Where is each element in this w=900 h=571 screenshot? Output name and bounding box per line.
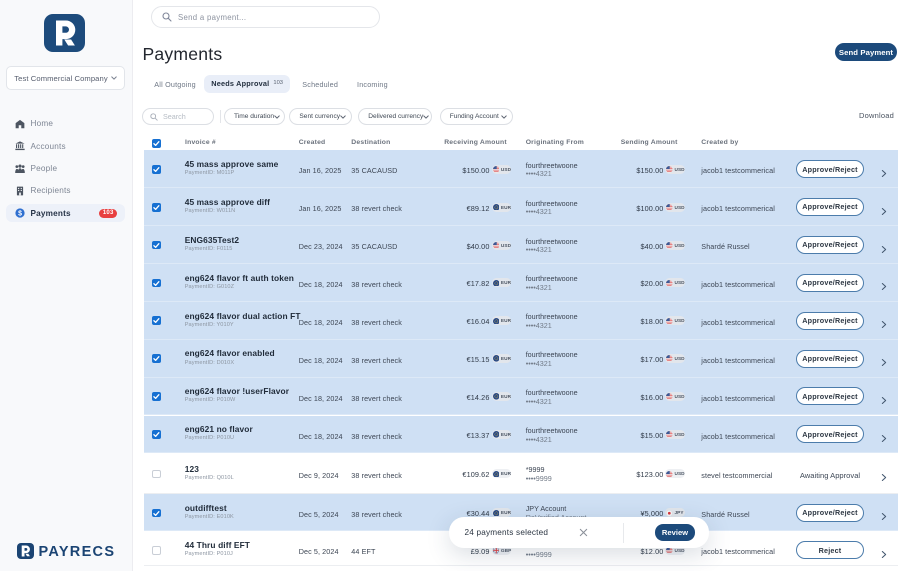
svg-text:$: $ — [18, 211, 22, 218]
